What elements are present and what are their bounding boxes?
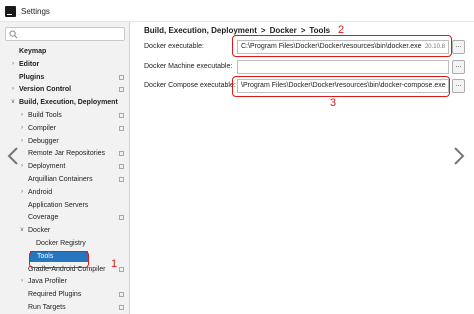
project-settings-icon bbox=[119, 87, 124, 93]
project-settings-icon bbox=[119, 125, 124, 131]
chevron-right-icon[interactable]: › bbox=[9, 84, 17, 95]
breadcrumb-part: Build, Execution, Deployment bbox=[144, 26, 257, 35]
next-arrow[interactable] bbox=[453, 146, 465, 168]
settings-sidebar: Keymap › Editor Plugins › Version Control ∨ Bui… bbox=[0, 22, 130, 314]
sidebar-item-editor[interactable]: › Editor bbox=[0, 59, 129, 70]
sidebar-item-deployment[interactable]: › Deployment bbox=[0, 161, 129, 172]
breadcrumb-part: Docker bbox=[269, 26, 297, 35]
sidebar-item-label: Android bbox=[28, 188, 53, 196]
sidebar-item-label: Arquillian Containers bbox=[28, 176, 93, 183]
sidebar-item-label: Remote Jar Repositories bbox=[28, 150, 106, 158]
annotation-box-tools bbox=[29, 251, 89, 268]
previous-arrow[interactable] bbox=[7, 146, 19, 168]
project-settings-icon bbox=[119, 113, 124, 118]
chevron-right-icon bbox=[454, 147, 465, 165]
annotation-number-2: 2 bbox=[338, 24, 345, 36]
sidebar-item-label: Debugger bbox=[28, 137, 59, 145]
chevron-down-icon[interactable]: ∨ bbox=[9, 97, 17, 108]
sidebar-item-label: Run Targets bbox=[28, 304, 66, 311]
project-settings-icon bbox=[119, 305, 124, 310]
sidebar-item-debugger[interactable]: › Debugger bbox=[0, 136, 129, 147]
sidebar-item-label: Docker Registry bbox=[36, 240, 86, 247]
chevron-right-icon[interactable]: › bbox=[18, 123, 26, 134]
breadcrumb-separator: > bbox=[300, 26, 306, 35]
sidebar-item-application-servers[interactable]: Application Servers bbox=[0, 200, 129, 211]
sidebar-item-version-control[interactable]: › Version Control bbox=[0, 84, 129, 95]
breadcrumb-part: Tools bbox=[309, 26, 331, 35]
sidebar-item-label: Build, Execution, Deployment bbox=[19, 99, 118, 107]
sidebar-item-plugins[interactable]: Plugins bbox=[0, 72, 129, 83]
chevron-down-icon[interactable]: ∨ bbox=[18, 225, 26, 236]
title-bar: Settings bbox=[0, 0, 474, 22]
project-settings-icon bbox=[119, 164, 124, 170]
project-settings-icon bbox=[119, 74, 124, 80]
annotation-number-3: 3 bbox=[330, 97, 337, 109]
sidebar-item-build-execution-deployment[interactable]: ∨ Build, Execution, Deployment bbox=[0, 97, 129, 108]
breadcrumb-separator: > bbox=[260, 26, 266, 35]
sidebar-item-android[interactable]: › Android bbox=[0, 187, 129, 198]
sidebar-item-build-tools[interactable]: › Build Tools bbox=[0, 110, 129, 121]
docker-compose-executable-label: Docker Compose executable: bbox=[144, 82, 236, 89]
settings-search-input[interactable] bbox=[5, 27, 125, 41]
annotation-box-docker-compose bbox=[232, 76, 450, 97]
sidebar-item-label: Coverage bbox=[28, 214, 59, 222]
docker-machine-executable-browse-button[interactable]: ... bbox=[452, 60, 465, 74]
chevron-right-icon[interactable]: › bbox=[18, 276, 26, 287]
intellij-app-icon bbox=[5, 6, 16, 17]
sidebar-item-label: Deployment bbox=[28, 163, 66, 171]
sidebar-item-label: Editor bbox=[19, 60, 40, 68]
sidebar-item-required-plugins[interactable]: Required Plugins bbox=[0, 289, 129, 300]
docker-executable-label: Docker executable: bbox=[144, 43, 204, 50]
chevron-left-icon bbox=[7, 147, 18, 165]
annotation-number-1: 1 bbox=[111, 258, 118, 270]
docker-compose-executable-browse-button[interactable]: ... bbox=[452, 79, 465, 93]
sidebar-item-label: Application Servers bbox=[28, 201, 89, 209]
chevron-right-icon[interactable]: › bbox=[18, 161, 26, 172]
chevron-right-icon[interactable]: › bbox=[18, 136, 26, 147]
sidebar-item-keymap[interactable]: Keymap bbox=[0, 46, 129, 57]
sidebar-item-label: Required Plugins bbox=[28, 291, 82, 299]
project-settings-icon bbox=[119, 151, 124, 157]
sidebar-item-arquillian-containers[interactable]: Arquillian Containers bbox=[0, 174, 129, 185]
sidebar-item-java-profiler[interactable]: › Java Profiler bbox=[0, 276, 129, 287]
breadcrumb: Build, Execution, Deployment > Docker > Tool… bbox=[144, 26, 330, 35]
sidebar-item-label: Java Profiler bbox=[28, 278, 67, 286]
project-settings-icon bbox=[119, 266, 124, 272]
project-settings-icon bbox=[119, 177, 124, 182]
project-settings-icon bbox=[119, 292, 124, 298]
chevron-right-icon[interactable]: › bbox=[18, 110, 26, 121]
project-settings-icon bbox=[119, 215, 124, 221]
sidebar-item-remote-jar-repositories[interactable]: Remote Jar Repositories bbox=[0, 148, 129, 159]
sidebar-item-coverage[interactable]: Coverage bbox=[0, 212, 129, 223]
sidebar-item-label: Docker bbox=[28, 227, 51, 235]
window-title: Settings bbox=[21, 7, 50, 16]
sidebar-item-compiler[interactable]: › Compiler bbox=[0, 123, 129, 134]
sidebar-item-docker[interactable]: ∨ Docker bbox=[0, 225, 129, 236]
sidebar-item-label: Compiler bbox=[28, 124, 57, 132]
sidebar-item-label: Keymap bbox=[19, 48, 47, 55]
sidebar-item-label: Plugins bbox=[19, 73, 45, 81]
chevron-right-icon[interactable]: › bbox=[9, 59, 17, 70]
sidebar-item-docker-registry[interactable]: Docker Registry bbox=[0, 238, 129, 249]
docker-executable-browse-button[interactable]: ... bbox=[452, 40, 465, 54]
chevron-right-icon[interactable]: › bbox=[18, 187, 26, 198]
docker-machine-executable-label: Docker Machine executable: bbox=[144, 63, 233, 70]
sidebar-item-run-targets[interactable]: Run Targets bbox=[0, 302, 129, 313]
sidebar-item-label: Version Control bbox=[19, 86, 72, 94]
sidebar-item-label: Build Tools bbox=[28, 112, 62, 119]
docker-machine-executable-field[interactable] bbox=[237, 60, 449, 74]
annotation-box-docker-executable bbox=[232, 35, 452, 57]
search-icon bbox=[9, 30, 18, 39]
